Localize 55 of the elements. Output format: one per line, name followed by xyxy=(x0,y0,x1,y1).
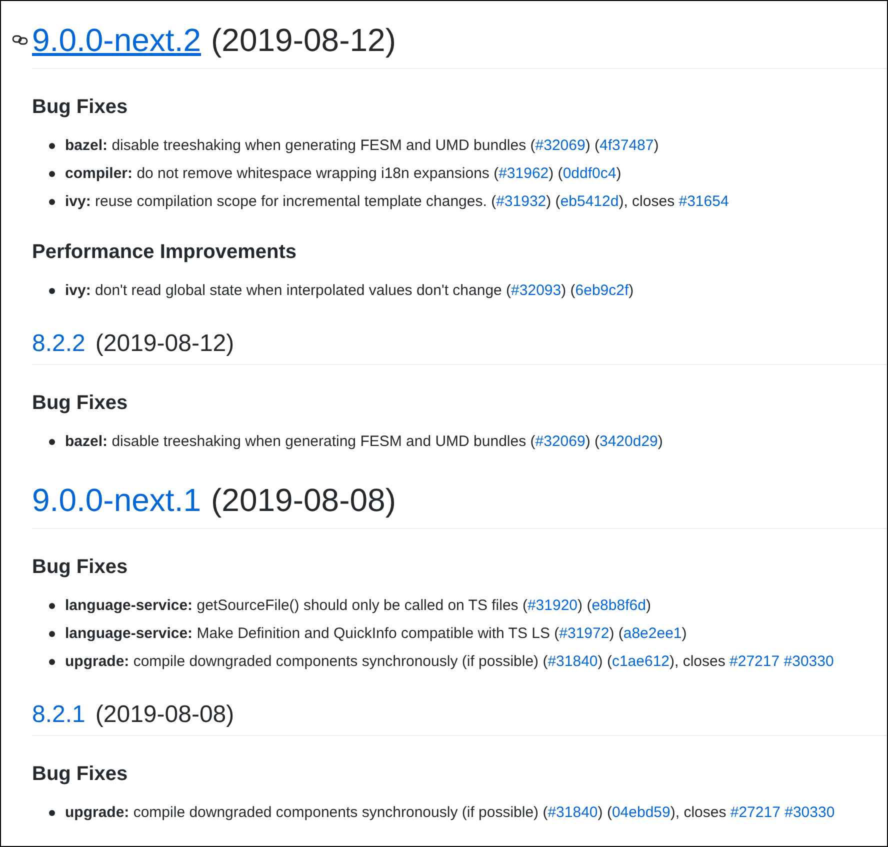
change-item: ivy: reuse compilation scope for incremental template changes. (#31932) (eb5412d), closes #31654 xyxy=(65,192,729,212)
bullet-icon xyxy=(49,288,55,294)
commit-link[interactable]: eb5412d xyxy=(560,192,619,210)
change-item: bazel: disable treeshaking when generating FESM and UMD bundles (#32069) (4f37487) xyxy=(65,136,659,156)
commit-link[interactable]: 6eb9c2f xyxy=(575,282,629,299)
version-link[interactable]: 9.0.0-next.2 xyxy=(32,22,201,58)
change-item: bazel: disable treeshaking when generating FESM and UMD bundles (#32069) (3420d29) xyxy=(65,432,663,452)
release-date: (2019-08-12) xyxy=(211,22,396,58)
change-item: language-service: Make Definition and QuickInfo compatible with TS LS (#31972) (a8e2ee1) xyxy=(65,624,687,644)
version-link[interactable]: 8.2.1 xyxy=(32,701,86,728)
issue-link[interactable]: #32069 xyxy=(535,432,586,450)
change-item: upgrade: compile downgraded components synchronously (if possible) (#31840) (04ebd59), closes #27217 #30330 xyxy=(65,802,835,823)
change-item: compiler: do not remove whitespace wrapping i18n expansions (#31962) (0ddf0c4) xyxy=(65,164,622,184)
issue-link[interactable]: #32093 xyxy=(511,282,562,299)
commit-link[interactable]: e8b8f6d xyxy=(592,596,646,614)
commit-link[interactable]: 4f37487 xyxy=(600,136,654,154)
commit-link[interactable]: 04ebd59 xyxy=(612,804,670,821)
version-link[interactable]: 9.0.0-next.1 xyxy=(32,482,201,518)
bullet-icon xyxy=(49,439,55,445)
change-item: language-service: getSourceFile() should only be called on TS files (#31920) (e8b8f6d) xyxy=(65,596,651,616)
change-item: ivy: don't read global state when interpolated values don't change (#32093) (6eb9c2f) xyxy=(65,280,634,301)
section-heading: Bug Fixes xyxy=(32,95,128,120)
section-heading: Bug Fixes xyxy=(32,762,128,787)
issue-link[interactable]: #31972 xyxy=(559,624,610,642)
issue-link[interactable]: #27217 xyxy=(730,804,780,821)
release-date: (2019-08-08) xyxy=(95,701,234,728)
bullet-icon xyxy=(49,659,55,665)
link-icon[interactable] xyxy=(12,33,28,47)
bullet-icon xyxy=(49,810,55,816)
release-date: (2019-08-08) xyxy=(211,482,396,518)
section-heading: Bug Fixes xyxy=(32,555,128,580)
commit-link[interactable]: 0ddf0c4 xyxy=(562,164,616,182)
commit-link[interactable]: a8e2ee1 xyxy=(623,624,682,642)
issue-link[interactable]: #30330 xyxy=(784,804,835,821)
issue-link[interactable]: #31932 xyxy=(496,192,546,210)
issue-link[interactable]: #27217 xyxy=(730,652,780,670)
change-item: upgrade: compile downgraded components synchronously (if possible) (#31840) (c1ae612), closes #27217 #30330 xyxy=(65,652,834,672)
section-heading: Bug Fixes xyxy=(32,391,128,416)
release-date: (2019-08-12) xyxy=(95,330,234,357)
bullet-icon xyxy=(49,603,55,609)
issue-link[interactable]: #30330 xyxy=(784,652,834,670)
commit-link[interactable]: c1ae612 xyxy=(612,652,670,670)
issue-link[interactable]: #31654 xyxy=(678,192,729,210)
issue-link[interactable]: #32069 xyxy=(535,136,586,154)
issue-link[interactable]: #31840 xyxy=(548,804,598,821)
issue-link[interactable]: #31962 xyxy=(498,164,549,182)
issue-link[interactable]: #31840 xyxy=(548,652,598,670)
version-link[interactable]: 8.2.2 xyxy=(32,330,86,357)
section-heading: Performance Improvements xyxy=(32,240,297,265)
commit-link[interactable]: 3420d29 xyxy=(600,432,658,450)
issue-link[interactable]: #31920 xyxy=(527,596,578,614)
bullet-icon xyxy=(49,143,55,149)
bullet-icon xyxy=(49,631,55,637)
bullet-icon xyxy=(49,171,55,177)
bullet-icon xyxy=(49,199,55,205)
